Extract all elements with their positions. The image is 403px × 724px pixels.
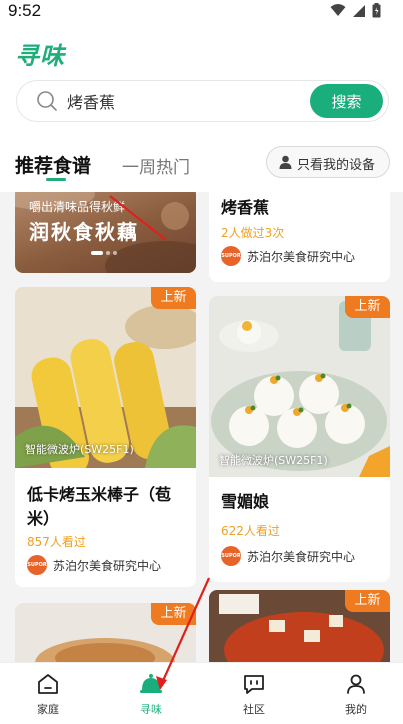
header: 寻味 搜索 推荐食谱 一周热门 只看我的设备 [0, 24, 403, 192]
recipe-card-partial-left[interactable]: 上新 [15, 603, 196, 662]
recipe-title: 烤香蕉 [221, 198, 270, 217]
home-icon [38, 674, 58, 694]
recipe-stat: 2人做过3次 [221, 226, 285, 240]
tab-weekly-hot[interactable]: 一周热门 [122, 153, 190, 178]
recipe-title: 低卡烤玉米棒子（苞米） [27, 485, 172, 528]
tab-recommended-recipes[interactable]: 推荐食谱 [15, 151, 91, 178]
recipe-card-corn[interactable]: 上新 智能微波炉(SW25F1) 低卡烤玉米棒子（苞米） 857人看过 SUPO… [15, 287, 196, 587]
author-name: 苏泊尔美食研究中心 [53, 558, 162, 573]
my-devices-filter-label: 只看我的设备 [297, 158, 376, 173]
nav-label-home: 家庭 [37, 703, 59, 716]
recipe-title: 雪媚娘 [221, 492, 270, 511]
recipe-card-snow-mochi[interactable]: 上新 智能微波炉(SW25F1) 雪媚娘 622人看过 SUPOR 苏泊尔美食研… [209, 296, 390, 582]
nav-item-home[interactable]: 家庭 [0, 663, 98, 724]
search-icon [37, 91, 57, 111]
recipe-stat: 622人看过 [221, 524, 280, 538]
recipe-author[interactable]: SUPOR 苏泊尔美食研究中心 [27, 555, 161, 575]
banner-subtitle: 嚼出清味品得秋鲜 [29, 200, 126, 214]
nav-label-me: 我的 [345, 703, 367, 716]
nav-item-community[interactable]: 社区 [204, 663, 304, 724]
recipe-card-partial-right[interactable]: 上新 [209, 590, 390, 662]
wifi-icon [330, 4, 346, 16]
status-icons [330, 3, 381, 18]
my-devices-filter-button[interactable]: 只看我的设备 [266, 146, 390, 178]
bell-icon [140, 674, 162, 693]
search-button[interactable]: 搜索 [310, 84, 383, 118]
avatar: SUPOR [221, 246, 241, 266]
person-icon [279, 155, 292, 169]
device-label: 智能微波炉(SW25F1) [25, 443, 134, 456]
recipe-author[interactable]: SUPOR 苏泊尔美食研究中心 [221, 546, 355, 566]
nav-label-discover: 寻味 [140, 703, 162, 716]
app-logo: 寻味 [15, 42, 65, 70]
snow-mochi-food-image [209, 296, 390, 477]
promo-banner[interactable]: 嚼出清味品得秋鲜 润秋食秋藕 [15, 192, 196, 273]
carousel-dot [106, 251, 110, 255]
recipe-feed[interactable]: 嚼出清味品得秋鲜 润秋食秋藕 烤香蕉 2人做过3次 SUPOR 苏泊尔美食研究中… [0, 192, 403, 662]
recipe-author[interactable]: SUPOR 苏泊尔美食研究中心 [221, 246, 355, 266]
search-input[interactable] [67, 91, 267, 110]
status-time: 9:52 [8, 1, 42, 20]
author-name: 苏泊尔美食研究中心 [247, 249, 356, 264]
author-name: 苏泊尔美食研究中心 [247, 549, 356, 564]
recipe-card-roasted-banana[interactable]: 烤香蕉 2人做过3次 SUPOR 苏泊尔美食研究中心 [209, 192, 390, 282]
carousel-dot-active [91, 251, 103, 255]
nav-label-community: 社区 [243, 703, 265, 716]
signal-icon [353, 4, 365, 17]
banner-title: 润秋食秋藕 [29, 220, 139, 244]
bottom-navigation: 家庭 寻味 社区 我的 [0, 662, 403, 724]
new-badge: 上新 [151, 603, 196, 625]
active-tab-indicator [46, 178, 66, 181]
status-bar: 9:52 [0, 0, 403, 24]
chat-icon [244, 675, 264, 694]
person-icon [347, 674, 365, 694]
battery-icon [372, 3, 381, 18]
nav-item-me[interactable]: 我的 [306, 663, 403, 724]
nav-item-discover[interactable]: 寻味 [101, 663, 201, 724]
avatar: SUPOR [27, 555, 47, 575]
device-label: 智能微波炉(SW25F1) [219, 454, 328, 467]
avatar: SUPOR [221, 546, 241, 566]
new-badge: 上新 [151, 287, 196, 309]
carousel-indicator [91, 251, 117, 255]
recipe-stat: 857人看过 [27, 535, 86, 549]
search-bar[interactable]: 搜索 [16, 80, 389, 122]
carousel-dot [113, 251, 117, 255]
new-badge: 上新 [345, 296, 390, 318]
new-badge: 上新 [345, 590, 390, 612]
